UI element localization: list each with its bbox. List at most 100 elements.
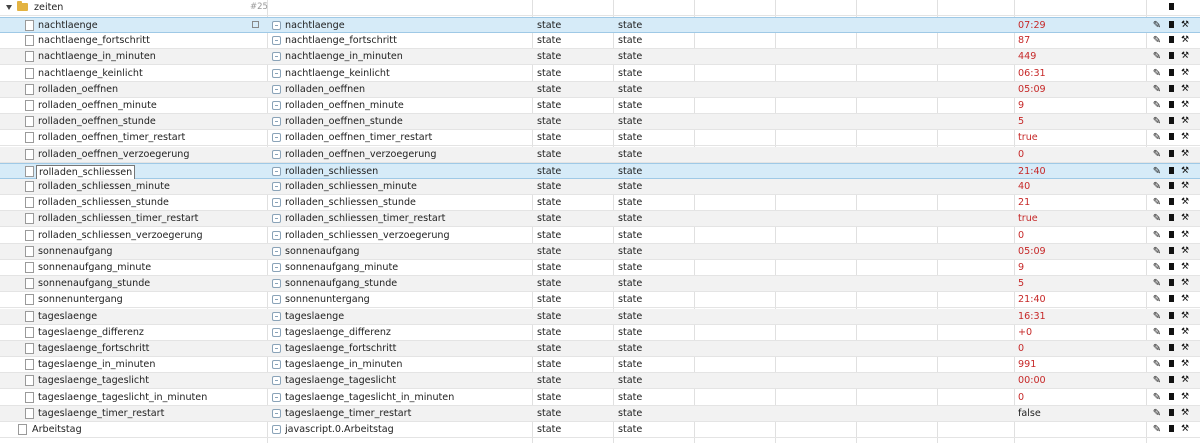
table-row[interactable]: sonnenaufgang_minute sonnenaufgang_minute… [0,260,1200,276]
trash-icon[interactable] [1166,228,1176,243]
table-row[interactable]: tageslaenge_in_minuten tageslaenge_in_min… [0,357,1200,373]
folder-row[interactable]: zeiten #25 [0,0,1200,16]
pencil-icon[interactable]: ✎ [1152,276,1162,291]
wrench-icon[interactable]: ⚒ [1180,195,1190,210]
trash-icon[interactable] [1166,130,1176,145]
object-value[interactable]: 21:40 [1018,292,1118,307]
trash-icon[interactable] [1166,390,1176,405]
pencil-icon[interactable]: ✎ [1152,211,1162,226]
table-row[interactable]: nachtlaenge_fortschritt nachtlaenge_forts… [0,33,1200,49]
pencil-icon[interactable]: ✎ [1152,33,1162,48]
pencil-icon[interactable]: ✎ [1152,49,1162,64]
wrench-icon[interactable]: ⚒ [1180,309,1190,324]
wrench-icon[interactable]: ⚒ [1180,228,1190,243]
trash-icon[interactable] [1166,114,1176,129]
trash-icon[interactable] [1166,179,1176,194]
object-value[interactable]: 0 [1018,147,1118,162]
trash-icon[interactable] [1166,309,1176,324]
pencil-icon[interactable]: ✎ [1152,341,1162,356]
object-value[interactable]: 21 [1018,195,1118,210]
wrench-icon[interactable]: ⚒ [1180,260,1190,275]
wrench-icon[interactable]: ⚒ [1180,244,1190,259]
trash-icon[interactable] [1166,147,1176,162]
trash-icon[interactable] [1166,276,1176,291]
object-value[interactable] [1018,422,1118,437]
wrench-icon[interactable]: ⚒ [1180,211,1190,226]
object-value[interactable]: 449 [1018,49,1118,64]
trash-icon[interactable] [1166,33,1176,48]
object-value[interactable]: 5 [1018,276,1118,291]
pencil-icon[interactable]: ✎ [1152,422,1162,437]
trash-icon[interactable] [1166,164,1176,179]
object-value[interactable]: 0 [1018,390,1118,405]
trash-icon[interactable] [1166,341,1176,356]
object-value[interactable]: 0 [1018,228,1118,243]
wrench-icon[interactable]: ⚒ [1180,147,1190,162]
object-value[interactable]: 9 [1018,260,1118,275]
object-value[interactable]: 06:31 [1018,66,1118,81]
object-name-editor[interactable]: rolladen_schliessen [36,165,136,180]
object-value[interactable]: 00:00 [1018,373,1118,388]
table-row[interactable]: rolladen_oeffnen_timer_restart rolladen_o… [0,130,1200,146]
trash-icon[interactable] [1166,260,1176,275]
table-row[interactable]: rolladen_schliessen_minute rolladen_schli… [0,179,1200,195]
object-value[interactable]: 40 [1018,179,1118,194]
table-row[interactable]: nachtlaenge nachtlaenge state state 07:29 ✎ ⚒ [0,17,1200,33]
pencil-icon[interactable]: ✎ [1152,195,1162,210]
trash-icon[interactable] [1166,18,1176,33]
wrench-icon[interactable]: ⚒ [1180,114,1190,129]
trash-icon[interactable] [1166,82,1176,97]
trash-icon[interactable] [1166,211,1176,226]
pencil-icon[interactable]: ✎ [1152,309,1162,324]
pencil-icon[interactable]: ✎ [1152,114,1162,129]
table-row[interactable]: nachtlaenge_keinlicht nachtlaenge_keinlic… [0,66,1200,82]
table-row[interactable]: tageslaenge_differenz tageslaenge_differe… [0,325,1200,341]
trash-icon[interactable] [1166,422,1176,437]
table-row[interactable]: sonnenaufgang_stunde sonnenaufgang_stunde… [0,276,1200,292]
wrench-icon[interactable]: ⚒ [1180,357,1190,372]
wrench-icon[interactable]: ⚒ [1180,390,1190,405]
table-row[interactable]: rolladen_schliessen_stunde rolladen_schli… [0,195,1200,211]
table-row[interactable]: tageslaenge_tageslicht tageslaenge_tagesl… [0,373,1200,389]
table-row[interactable]: rolladen_oeffnen_verzoegerung rolladen_oe… [0,147,1200,163]
pencil-icon[interactable]: ✎ [1152,179,1162,194]
table-row[interactable]: rolladen_schliessen_timer_restart rollade… [0,211,1200,227]
table-row[interactable]: Arbeitstag javascript.0.Arbeitstag state st… [0,422,1200,438]
table-row[interactable]: tageslaenge tageslaenge state state 16:31 ✎ ⚒ [0,309,1200,325]
object-value[interactable]: 21:40 [1018,164,1118,179]
object-value[interactable]: +0 [1018,325,1118,340]
pencil-icon[interactable]: ✎ [1152,325,1162,340]
trash-icon[interactable] [1166,66,1176,81]
object-value[interactable]: 05:09 [1018,244,1118,259]
table-row[interactable]: tageslaenge_tageslicht_in_minuten tagesla… [0,390,1200,406]
pencil-icon[interactable]: ✎ [1152,260,1162,275]
pencil-icon[interactable]: ✎ [1152,98,1162,113]
pencil-icon[interactable]: ✎ [1152,82,1162,97]
pencil-icon[interactable]: ✎ [1152,357,1162,372]
trash-icon[interactable] [1166,325,1176,340]
object-value[interactable]: 07:29 [1018,18,1118,33]
table-row[interactable]: rolladen_oeffnen_minute rolladen_oeffnen_… [0,98,1200,114]
wrench-icon[interactable]: ⚒ [1180,406,1190,421]
wrench-icon[interactable]: ⚒ [1180,179,1190,194]
table-row[interactable]: rolladen_schliessen_verzoegerung rolladen… [0,228,1200,244]
pencil-icon[interactable]: ✎ [1152,292,1162,307]
trash-icon[interactable] [1166,406,1176,421]
wrench-icon[interactable]: ⚒ [1180,33,1190,48]
object-value[interactable]: true [1018,211,1118,226]
wrench-icon[interactable]: ⚒ [1180,276,1190,291]
pencil-icon[interactable]: ✎ [1152,390,1162,405]
pencil-icon[interactable]: ✎ [1152,406,1162,421]
wrench-icon[interactable]: ⚒ [1180,18,1190,33]
pencil-icon[interactable]: ✎ [1152,147,1162,162]
table-row[interactable]: tageslaenge_fortschritt tageslaenge_forts… [0,341,1200,357]
wrench-icon[interactable]: ⚒ [1180,66,1190,81]
table-row[interactable]: rolladen_oeffnen_stunde rolladen_oeffnen_… [0,114,1200,130]
object-value[interactable]: 0 [1018,341,1118,356]
pencil-icon[interactable]: ✎ [1152,130,1162,145]
wrench-icon[interactable]: ⚒ [1180,341,1190,356]
table-row[interactable]: sonnenaufgang sonnenaufgang state state 05:0… [0,244,1200,260]
trash-icon[interactable] [1166,49,1176,64]
table-row[interactable]: tageslaenge_timer_restart tageslaenge_tim… [0,406,1200,422]
table-row[interactable]: rolladen_oeffnen rolladen_oeffnen state sta… [0,82,1200,98]
